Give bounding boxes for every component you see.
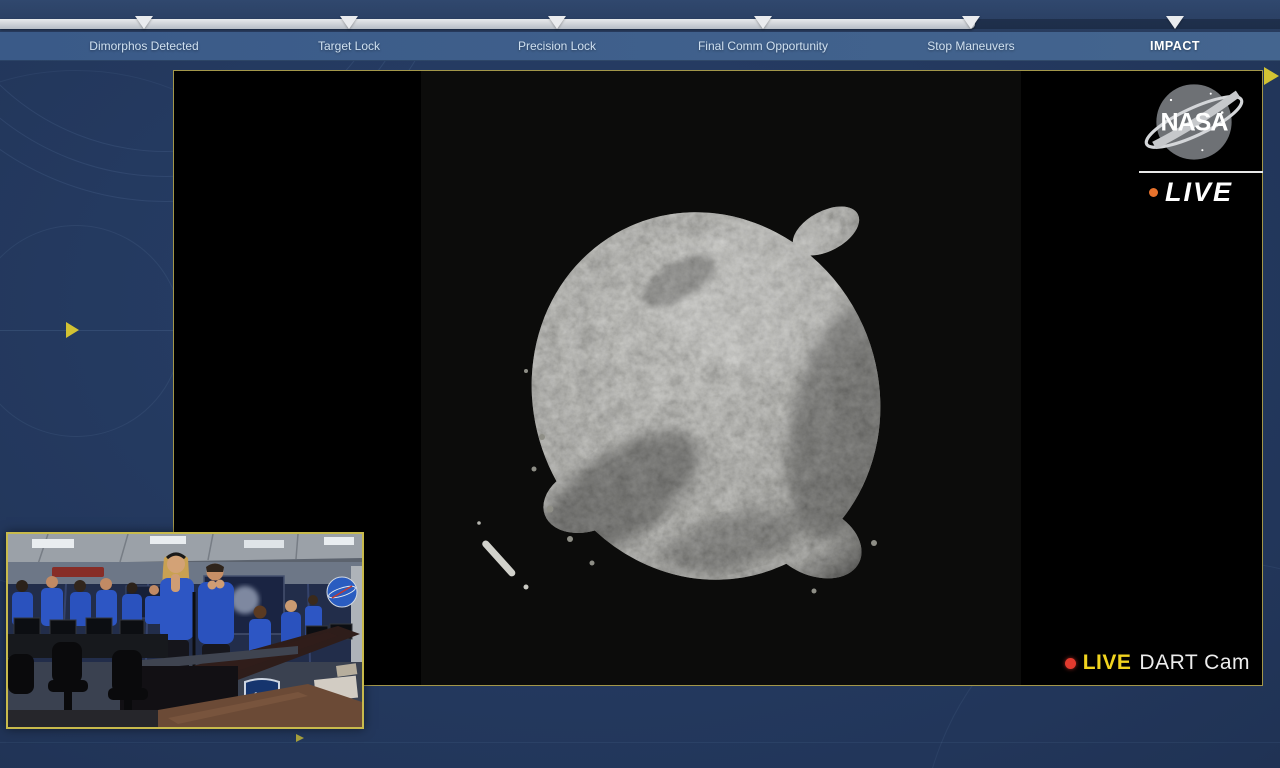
timeline-label-dimorphos-detected: Dimorphos Detected [89, 39, 199, 53]
watermark-live-label: LIVE [1165, 177, 1234, 207]
mission-control-pip: APL [6, 532, 364, 729]
milestone-marker-icon [1166, 16, 1184, 29]
live-dot-icon [1149, 188, 1158, 197]
nasa-insignia-icon: NASA [1144, 84, 1244, 160]
left-marker-arrow-icon [66, 322, 79, 338]
background-line [0, 742, 1280, 743]
small-arrow-icon [296, 734, 304, 742]
record-dot-icon [1064, 657, 1076, 669]
timeline-label-precision-lock: Precision Lock [517, 39, 597, 53]
milestone-marker-icon [340, 16, 358, 29]
live-camera-badge: LIVE DART Cam [1064, 651, 1250, 675]
milestone-marker-icon [548, 16, 566, 29]
timeline-label-stop-maneuvers: Stop Maneuvers [927, 39, 1015, 53]
nasa-logo-text: NASA [1161, 108, 1229, 136]
timeline-label-impact: IMPACT [1150, 39, 1200, 53]
watermark-live: LIVE [1149, 177, 1233, 208]
milestone-marker-icon [754, 16, 772, 29]
badge-live-label: LIVE [1082, 651, 1132, 674]
timeline-label-final-comm-opportunity: Final Comm Opportunity [697, 39, 829, 53]
background-line [0, 330, 173, 331]
nasa-meatball-logo [326, 576, 358, 608]
milestone-marker-icon [135, 16, 153, 29]
milestone-marker-icon [962, 16, 980, 29]
timeline-label-band: Dimorphos Detected Target Lock Precision… [0, 32, 1280, 61]
watermark-divider [1139, 171, 1263, 173]
broadcast-frame: Dimorphos Detected Target Lock Precision… [0, 0, 1280, 768]
right-edge-arrow-icon [1264, 67, 1279, 85]
badge-camera-label: DART Cam [1139, 651, 1250, 674]
timeline-label-target-lock: Target Lock [317, 39, 381, 53]
mission-control-scene: APL [8, 533, 362, 727]
